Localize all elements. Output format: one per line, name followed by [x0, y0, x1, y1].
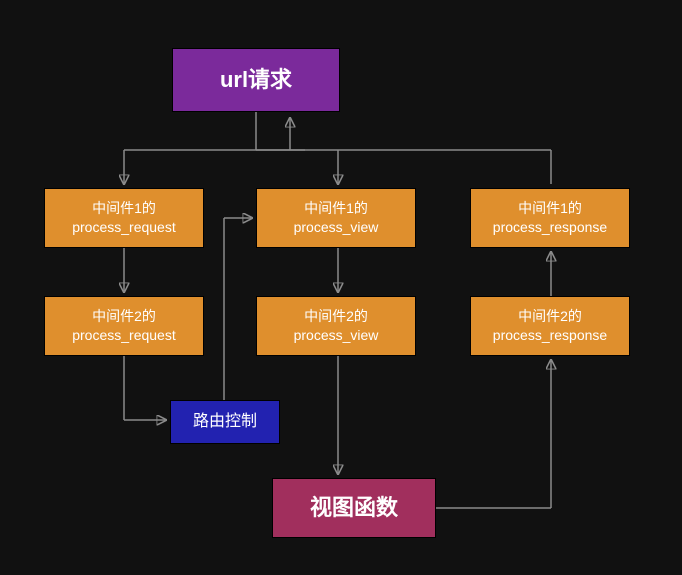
- node-mw2-process-response: 中间件2的 process_response: [470, 296, 630, 356]
- node-mw2-process-request: 中间件2的 process_request: [44, 296, 204, 356]
- node-mw1-process-response: 中间件1的 process_response: [470, 188, 630, 248]
- node-mw1-process-request: 中间件1的 process_request: [44, 188, 204, 248]
- node-mw2-process-view: 中间件2的 process_view: [256, 296, 416, 356]
- node-routing-control: 路由控制: [170, 400, 280, 444]
- node-url-request: url请求: [172, 48, 340, 112]
- node-mw1-process-view: 中间件1的 process_view: [256, 188, 416, 248]
- node-view-function: 视图函数: [272, 478, 436, 538]
